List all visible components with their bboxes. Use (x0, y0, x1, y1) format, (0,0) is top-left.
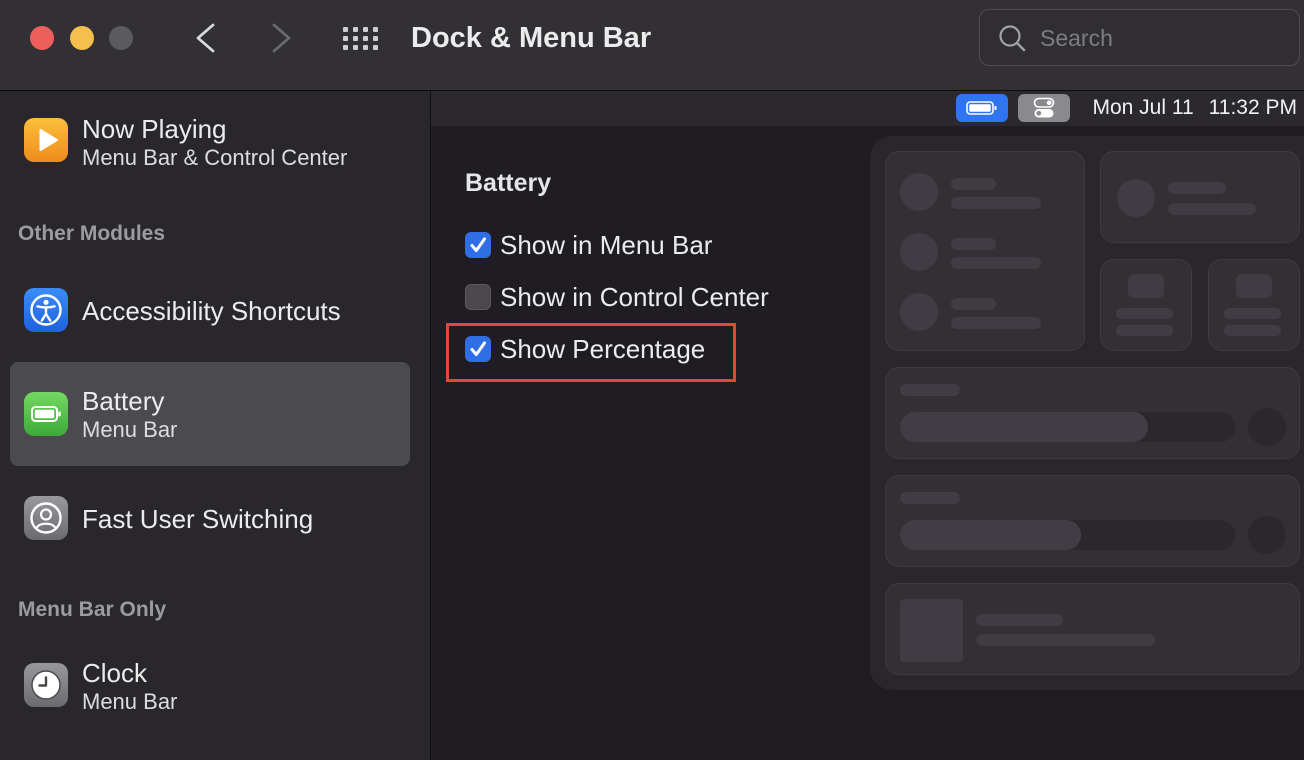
sidebar-section-header: Other Modules (18, 222, 166, 245)
zoom-button[interactable] (109, 26, 133, 50)
preview-tile (1100, 259, 1192, 351)
preview-placeholder-line (1168, 182, 1226, 194)
search-field[interactable] (979, 9, 1300, 66)
preview-placeholder-circle (900, 233, 938, 271)
search-icon (999, 25, 1026, 52)
chevron-left-icon[interactable] (187, 20, 223, 56)
battery-icon (966, 101, 997, 115)
preview-placeholder-square (1128, 274, 1164, 298)
sidebar-item-now-playing[interactable]: Now Playing Menu Bar & Control Center (10, 91, 410, 192)
option-label[interactable]: Show Percentage (500, 334, 705, 364)
show-in-control-center-checkbox[interactable] (465, 284, 491, 310)
preview-placeholder-line (1168, 203, 1256, 215)
chevron-right-icon[interactable] (263, 20, 299, 56)
preview-placeholder-circle (1248, 408, 1286, 446)
sidebar-item-subtitle: Menu Bar (82, 417, 178, 442)
preview-slider (900, 520, 1235, 550)
menu-bar-control-center-item (1018, 94, 1070, 122)
preview-tile (1100, 151, 1300, 243)
sidebar-section-header: Menu Bar Only (18, 598, 167, 621)
preview-slider (900, 412, 1235, 442)
control-center-preview (870, 136, 1304, 690)
window-title: Dock & Menu Bar (411, 22, 652, 54)
preview-placeholder-line (951, 197, 1041, 209)
sidebar: Now Playing Menu Bar & Control Center Ot… (0, 91, 431, 760)
preview-placeholder-line (976, 614, 1063, 626)
menu-bar-date: Mon Jul 11 (1092, 96, 1194, 119)
preview-placeholder-line (1224, 308, 1281, 319)
clock-icon (24, 663, 68, 707)
preview-tile (885, 151, 1085, 351)
checkmark-icon (470, 237, 486, 252)
sidebar-item-title: Battery (82, 386, 165, 416)
show-percentage-checkbox[interactable] (465, 336, 491, 362)
preview-tile (885, 367, 1300, 459)
window-toolbar: Dock & Menu Bar (0, 0, 1304, 91)
preview-placeholder-line (976, 634, 1155, 646)
preview-placeholder-line (951, 317, 1041, 329)
preview-placeholder-line (900, 384, 960, 396)
sidebar-item-title: Fast User Switching (82, 504, 314, 534)
menu-bar-clock: Mon Jul 11 11:32 PM (1093, 94, 1298, 122)
close-button[interactable] (30, 26, 54, 50)
play-icon (24, 118, 68, 162)
option-show-percentage[interactable]: Show Percentage (465, 334, 705, 364)
section-title: Battery (465, 169, 552, 197)
preview-placeholder-circle (900, 173, 938, 211)
user-icon (24, 496, 68, 540)
preview-placeholder-line (951, 298, 996, 310)
accessibility-icon (24, 288, 68, 332)
control-center-icon (1033, 97, 1055, 118)
checkmark-icon (470, 341, 486, 356)
sidebar-item-clock[interactable]: Clock Menu Bar (10, 633, 410, 737)
preview-tile (885, 475, 1300, 567)
preview-placeholder-square (1236, 274, 1272, 298)
preview-tile (1208, 259, 1300, 351)
minimize-button[interactable] (70, 26, 94, 50)
preview-placeholder-line (951, 178, 996, 190)
preview-slider-fill (900, 412, 1148, 442)
preview-placeholder-circle (900, 293, 938, 331)
menu-bar-battery-item (956, 94, 1008, 122)
sidebar-item-title: Now Playing (82, 114, 227, 144)
preview-placeholder-circle (1248, 516, 1286, 554)
preview-placeholder-line (900, 492, 960, 504)
grid-icon[interactable] (341, 24, 381, 52)
search-input[interactable] (1040, 18, 1290, 58)
menu-bar-time: 11:32 PM (1208, 96, 1297, 119)
battery-icon (24, 392, 68, 436)
sidebar-item-subtitle: Menu Bar & Control Center (82, 145, 348, 170)
sidebar-item-title: Accessibility Shortcuts (82, 296, 341, 326)
sidebar-item-subtitle: Menu Bar (82, 689, 178, 714)
preview-tile (885, 583, 1300, 675)
option-show-in-menu-bar[interactable]: Show in Menu Bar (465, 230, 712, 260)
option-label[interactable]: Show in Menu Bar (500, 230, 712, 260)
preview-placeholder-line (951, 238, 996, 250)
preview-slider-fill (900, 520, 1081, 550)
preview-placeholder-circle (1117, 179, 1155, 217)
option-label[interactable]: Show in Control Center (500, 282, 769, 312)
preview-placeholder-line (1116, 308, 1173, 319)
settings-pane: Mon Jul 11 11:32 PM Battery Show in Menu… (431, 91, 1304, 760)
preview-placeholder-line (951, 257, 1041, 269)
preview-placeholder-line (1224, 325, 1281, 336)
sidebar-item-fast-user-switching[interactable]: Fast User Switching (10, 466, 410, 570)
preview-placeholder-square (900, 599, 963, 662)
show-in-menu-bar-checkbox[interactable] (465, 232, 491, 258)
option-show-in-control-center[interactable]: Show in Control Center (465, 282, 769, 312)
preview-placeholder-line (1116, 325, 1173, 336)
menu-bar-preview: Mon Jul 11 11:32 PM (431, 91, 1304, 126)
sidebar-item-battery[interactable]: Battery Menu Bar (10, 362, 410, 466)
sidebar-item-accessibility-shortcuts[interactable]: Accessibility Shortcuts (10, 258, 410, 362)
sidebar-item-title: Clock (82, 658, 148, 688)
